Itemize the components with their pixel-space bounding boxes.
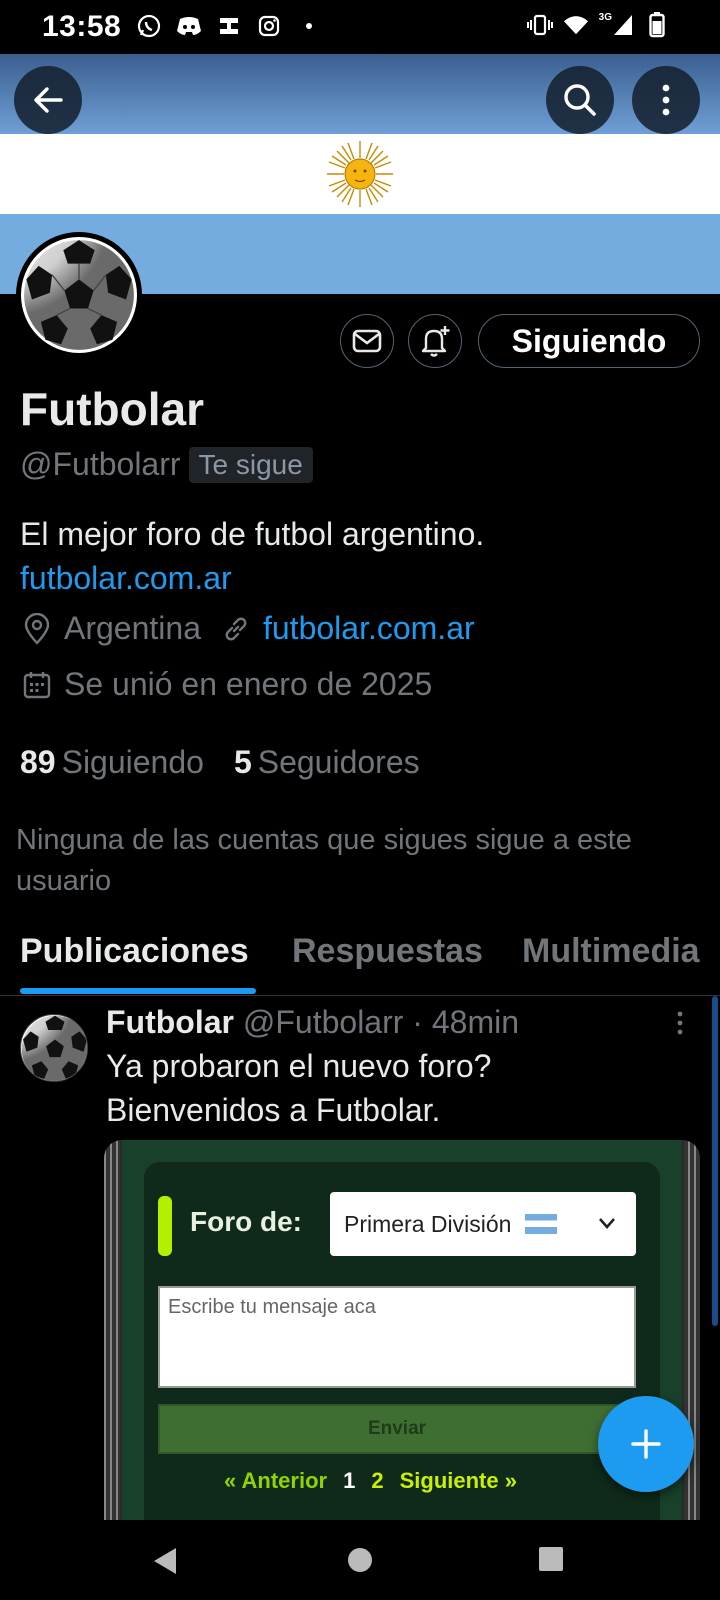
system-icons: 3G [526,12,670,38]
post-author-avatar[interactable] [20,1014,88,1082]
dot-icon [296,13,322,39]
post-time: · 48min [412,1004,519,1040]
tab-respuestas[interactable]: Respuestas [292,932,483,971]
post-author-name[interactable]: Futbolar [106,1004,234,1040]
banner-stripe-middle [0,134,720,214]
active-tab-indicator [20,988,256,994]
plus-icon [631,1429,661,1459]
prev-page-link: « Anterior [224,1468,328,1493]
forum-panel: Foro de: Primera División Escribe tu men… [144,1162,660,1520]
bell-plus-icon [421,326,450,357]
status-bar: 13:58 3G [0,0,720,54]
back-button[interactable] [14,66,82,134]
handle-row: @Futbolarr Te sigue [20,446,313,483]
link-icon [219,612,253,646]
arrow-left-icon [34,87,63,113]
post-header: Futbolar @Futbolarr · 48min [106,1004,519,1041]
website-link[interactable]: futbolar.com.ar [263,610,475,647]
message-textarea: Escribe tu mensaje aca [158,1286,636,1388]
status-time: 13:58 [42,10,122,43]
calendar-icon [20,668,54,702]
tab-publicaciones[interactable]: Publicaciones [20,932,249,971]
joined-text: Se unió en enero de 2025 [64,666,433,702]
phone-bezel-left [104,1140,120,1520]
follows-you-badge: Te sigue [188,446,313,483]
argentina-flag-icon [525,1214,558,1234]
bio-text: El mejor foro de futbol argentino. [20,516,485,552]
page-2: 2 [371,1468,384,1493]
compose-button[interactable] [598,1396,694,1492]
whatsapp-icon [136,13,162,39]
wifi-icon [563,12,589,38]
sun-of-may-icon [327,141,393,207]
joined-row: Se unió en enero de 2025 [20,666,432,703]
follow-counts: 89 Siguiendo 5 Seguidores [20,744,420,781]
profile-tabs: Publicaciones Respuestas Multimedia [0,918,720,996]
system-navigation-bar [0,1520,720,1600]
more-vertical-icon [677,1011,683,1035]
send-button: Enviar [158,1404,636,1454]
profile-avatar[interactable] [16,232,142,358]
post-author-handle: @Futbolarr [242,1004,404,1040]
nav-recents-icon[interactable] [538,1546,564,1572]
following-count[interactable]: 89 Siguiendo [20,744,204,781]
envelope-icon [352,329,382,353]
scroll-indicator [712,996,718,1326]
notifications-button[interactable] [408,314,462,368]
instagram-icon [256,13,282,39]
profile-handle: @Futbolarr [20,446,181,482]
nav-back-icon[interactable] [150,1546,180,1576]
location-text: Argentina [64,610,201,646]
search-button[interactable] [546,66,614,134]
profile-name: Futbolar [20,383,204,435]
followers-count[interactable]: 5 Seguidores [234,744,420,781]
more-options-button[interactable] [632,66,700,134]
accent-bar [158,1196,172,1256]
vibrate-icon [526,12,553,38]
profile-bio: El mejor foro de futbol argentino. futbo… [20,512,700,600]
page-1: 1 [343,1468,356,1493]
message-button[interactable] [340,314,394,368]
search-icon [564,84,596,116]
soccer-ball-icon [21,1015,87,1081]
post-text: Ya probaron el nuevo foro? Bienvenidos a… [106,1048,492,1128]
location-website-row: Argentina futbolar.com.ar [20,610,475,647]
app-icon [216,13,242,39]
next-page-link: Siguiente » [399,1468,517,1493]
pagination: « Anterior 1 2 Siguiente » [224,1468,517,1494]
bio-link[interactable]: futbolar.com.ar [20,556,700,600]
more-vertical-icon [662,84,670,116]
discord-icon [176,13,202,39]
following-button[interactable]: Siguiendo [478,314,700,368]
network-type: 3G [599,12,634,38]
notification-icons [136,13,322,39]
media-screen: Foro de: Primera División Escribe tu men… [122,1140,682,1520]
forum-select: Primera División [330,1192,636,1256]
mutual-followers-note: Ninguna de las cuentas que sigues sigue … [16,824,632,897]
nav-home-icon[interactable] [346,1546,374,1574]
location-pin-icon [20,612,54,646]
chevron-down-icon [599,1218,615,1229]
tab-multimedia[interactable]: Multimedia [522,932,700,971]
forum-label: Foro de: [190,1206,302,1237]
battery-icon [644,12,670,38]
post-more-button[interactable] [676,1010,684,1041]
soccer-ball-icon [21,237,137,353]
